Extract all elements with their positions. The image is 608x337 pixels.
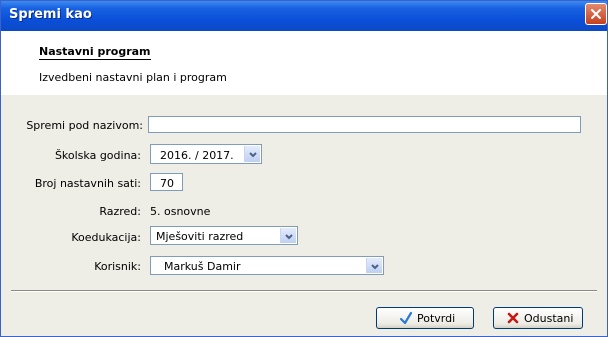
cancel-button-label: Odustani <box>524 312 574 325</box>
hours-input[interactable]: 70 <box>150 173 183 191</box>
coeducation-label: Koedukacija: <box>71 231 141 244</box>
save-as-dialog: Spremi kao Nastavni program Izvedbeni na… <box>0 0 608 337</box>
close-icon <box>591 9 601 19</box>
confirm-button-label: Potvrdi <box>417 312 456 325</box>
x-icon <box>507 312 519 324</box>
dialog-header: Nastavni program Izvedbeni nastavni plan… <box>1 31 607 95</box>
user-dropdown[interactable]: Markuš Damir <box>150 256 384 275</box>
coeducation-value: Mješoviti razred <box>156 230 244 243</box>
chevron-down-icon <box>371 264 379 270</box>
name-label: Spremi pod nazivom: <box>26 119 143 132</box>
section-title: Nastavni program <box>39 45 151 60</box>
school-year-dropdown-button[interactable] <box>244 146 260 162</box>
name-input[interactable] <box>148 116 581 133</box>
school-year-label: Školska godina: <box>54 149 141 162</box>
chevron-down-icon <box>285 234 293 240</box>
school-year-value: 2016. / 2017. <box>160 149 234 162</box>
footer-divider <box>11 290 597 292</box>
hours-value: 70 <box>160 177 174 190</box>
user-label: Korisnik: <box>94 260 141 273</box>
window-title: Spremi kao <box>9 7 92 22</box>
title-bar[interactable]: Spremi kao <box>1 1 607 31</box>
coeducation-dropdown-button[interactable] <box>280 228 296 243</box>
coeducation-dropdown[interactable]: Mješoviti razred <box>150 226 298 245</box>
close-button[interactable] <box>585 3 607 25</box>
user-dropdown-button[interactable] <box>366 258 382 273</box>
user-value: Markuš Damir <box>164 260 241 273</box>
cancel-button[interactable]: Odustani <box>493 307 583 329</box>
hours-label: Broj nastavnih sati: <box>34 177 141 190</box>
grade-label: Razred: <box>99 205 141 218</box>
confirm-button[interactable]: Potvrdi <box>376 307 474 329</box>
chevron-down-icon <box>249 152 257 158</box>
checkmark-icon <box>399 311 413 325</box>
section-subtitle: Izvedbeni nastavni plan i program <box>39 71 227 84</box>
school-year-dropdown[interactable]: 2016. / 2017. <box>150 144 262 164</box>
grade-value: 5. osnovne <box>150 205 211 218</box>
